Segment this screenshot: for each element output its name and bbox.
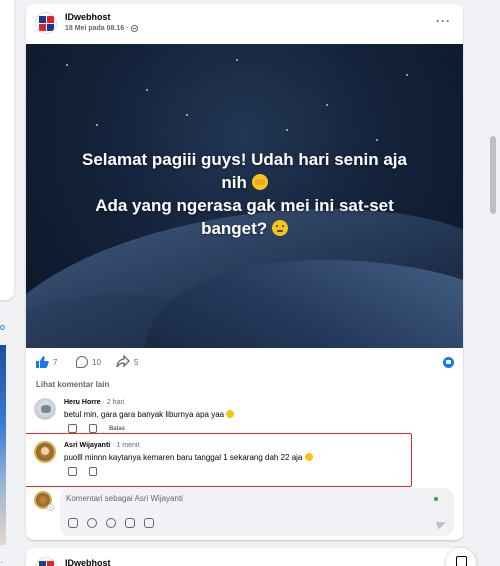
- comment-text-line: betul min, gara gara banyak liburnya apa…: [64, 410, 235, 419]
- more-options-button[interactable]: ···: [436, 14, 451, 28]
- share-count[interactable]: 5: [134, 358, 138, 367]
- post-header: IDwebhost 18 Mei pada 08.16 · ···: [26, 4, 463, 44]
- left-sidebar-image[interactable]: [0, 345, 6, 545]
- camera-icon[interactable]: [125, 518, 135, 528]
- comment-input[interactable]: [66, 494, 366, 503]
- page-name-link[interactable]: IDwebhost: [65, 558, 111, 566]
- send-icon[interactable]: [435, 518, 448, 530]
- page-scrollbar[interactable]: [486, 0, 500, 566]
- laughing-emoji-icon: [226, 410, 235, 418]
- image-text-line2-wrap: nih: [46, 171, 443, 194]
- composer-toolbar: [68, 518, 154, 528]
- next-post-card: IDwebhost: [26, 548, 463, 566]
- comment-icon[interactable]: [76, 356, 88, 368]
- post-meta: 18 Mei pada 08.16 ·: [65, 25, 139, 32]
- thumbs-up-icon[interactable]: [68, 424, 77, 433]
- online-status-icon: [434, 497, 438, 501]
- chevron-down-icon[interactable]: ⌄: [47, 504, 54, 511]
- left-sidebar-link[interactable]: o: [0, 322, 5, 332]
- post-image-text: Selamat pagiii guys! Udah hari senin aja…: [46, 148, 443, 240]
- image-text-line4: banget?: [201, 219, 268, 238]
- post-card: IDwebhost 18 Mei pada 08.16 · ··· Selama…: [26, 4, 463, 540]
- reply-link[interactable]: Balas: [109, 426, 125, 432]
- comment-time[interactable]: · 2 hari: [103, 399, 125, 406]
- comment-item: Heru Horre · 2 hari betul min, gara gara…: [34, 398, 454, 434]
- raised-hands-emoji-icon: [251, 174, 268, 190]
- page-logo-avatar[interactable]: [35, 12, 57, 34]
- thinking-face-emoji-icon: [271, 220, 288, 236]
- emoji-icon[interactable]: [106, 518, 116, 528]
- comment-actions: Balas: [68, 424, 125, 433]
- comment-input-box[interactable]: [60, 488, 454, 536]
- new-message-button[interactable]: [446, 548, 476, 566]
- comment-composer: ⌄: [34, 488, 454, 536]
- messenger-badge-icon[interactable]: [443, 357, 454, 368]
- thumbs-down-icon[interactable]: [89, 424, 97, 433]
- share-icon[interactable]: [116, 355, 130, 368]
- reactions-bar: 7 10 5: [26, 350, 463, 374]
- scrollbar-thumb[interactable]: [490, 136, 496, 214]
- avatar[interactable]: [34, 398, 56, 420]
- image-text-line3: Ada yang ngerasa gak mei ini sat-set: [95, 196, 394, 215]
- comment-count[interactable]: 10: [92, 358, 101, 367]
- like-count[interactable]: 7: [53, 358, 57, 367]
- comment-text: betul min, gara gara banyak liburnya apa…: [64, 410, 225, 419]
- left-sidebar-card: [0, 0, 14, 300]
- comment-author-line: Heru Horre · 2 hari: [64, 399, 124, 406]
- gif-icon[interactable]: [87, 518, 97, 528]
- comment-author[interactable]: Heru Horre: [64, 399, 101, 406]
- sticker-icon[interactable]: [68, 518, 78, 528]
- image-text-line1: Selamat pagiii guys! Udah hari senin aja: [82, 150, 407, 169]
- highlight-box: [26, 433, 412, 487]
- image-text-line4-wrap: banget?: [46, 217, 443, 240]
- post-image[interactable]: Selamat pagiii guys! Udah hari senin aja…: [26, 44, 463, 348]
- view-more-comments-link[interactable]: Lihat komentar lain: [36, 380, 109, 389]
- like-icon[interactable]: [36, 356, 49, 368]
- post-date[interactable]: 18 Mei pada 08.16 ·: [65, 25, 128, 32]
- avatar-sticker-icon[interactable]: [144, 518, 154, 528]
- page-logo-avatar[interactable]: [35, 557, 57, 566]
- globe-icon: [131, 25, 139, 32]
- image-text-line2: nih: [221, 173, 247, 192]
- page-name-link[interactable]: IDwebhost: [65, 12, 111, 22]
- left-sidebar-dot: ·: [0, 558, 3, 566]
